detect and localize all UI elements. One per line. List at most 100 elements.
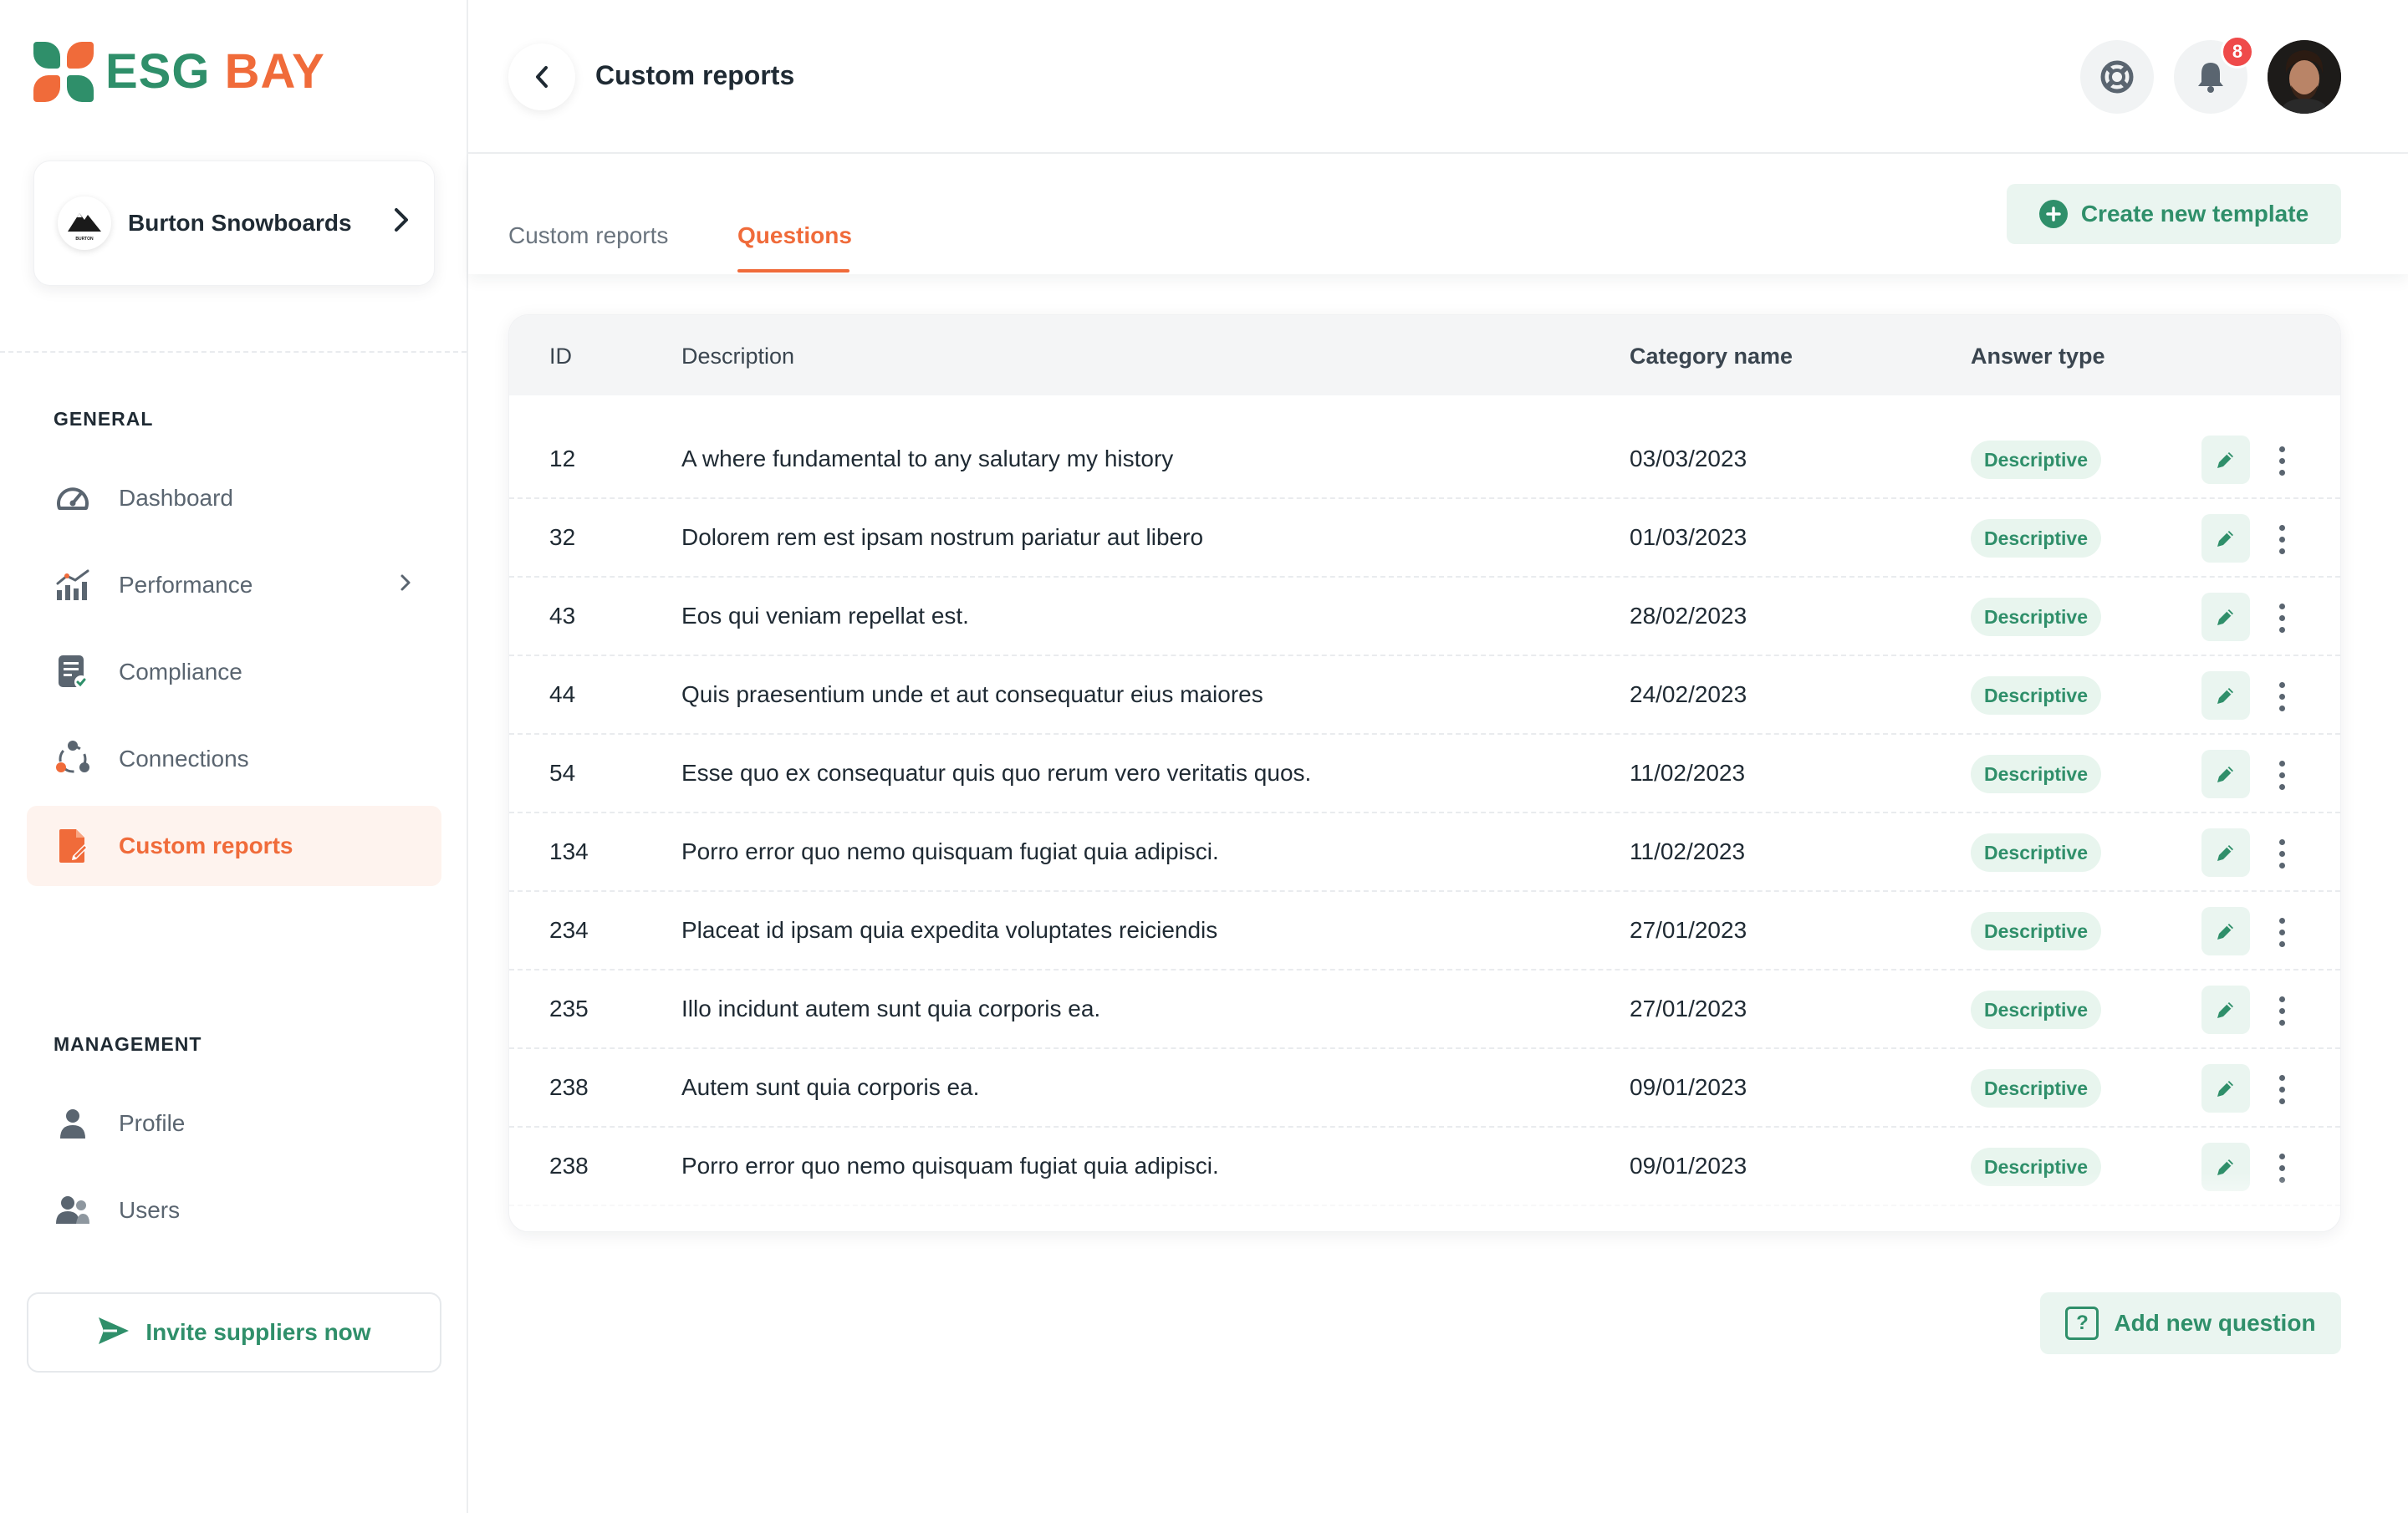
table-row[interactable]: 54 Esse quo ex consequatur quis quo rerum… xyxy=(509,735,2340,813)
row-category: 09/01/2023 xyxy=(1630,1153,1747,1179)
company-switcher[interactable]: BURTON Burton Snowboards xyxy=(33,160,435,286)
more-options-icon[interactable] xyxy=(2270,594,2293,641)
table-row[interactable]: 235 Illo incidunt autem sunt quia corpori… xyxy=(509,970,2340,1049)
row-id: 235 xyxy=(549,996,589,1021)
more-options-icon[interactable] xyxy=(2270,516,2293,563)
company-name: Burton Snowboards xyxy=(128,210,352,236)
connections-icon xyxy=(54,740,92,778)
pencil-icon xyxy=(2217,1002,2233,1018)
answer-type-badge: Descriptive xyxy=(1971,833,2102,872)
section-title-management: MANAGEMENT xyxy=(54,1033,202,1055)
edit-button[interactable] xyxy=(2201,436,2250,484)
edit-button[interactable] xyxy=(2201,1064,2250,1113)
row-category: 01/03/2023 xyxy=(1630,524,1747,550)
page-title: Custom reports xyxy=(595,60,795,90)
pencil-icon xyxy=(2217,531,2233,547)
column-header-answer-type[interactable]: Answer type xyxy=(1971,344,2105,369)
more-options-icon[interactable] xyxy=(2270,830,2293,877)
row-id: 238 xyxy=(549,1074,589,1100)
row-id: 134 xyxy=(549,838,589,864)
table-row[interactable]: 335 Placeat id ipsam quia expedita volupt… xyxy=(509,1206,2340,1232)
table-row[interactable]: 238 Autem sunt quia corporis ea. 09/01/202… xyxy=(509,1049,2340,1128)
sidebar: ESG BAY BURTON Burton Snowboards GENERAL… xyxy=(0,0,468,1513)
table-row[interactable]: 12 A where fundamental to any salutary my… xyxy=(509,420,2340,499)
table-row[interactable]: 234 Placeat id ipsam quia expedita volupt… xyxy=(509,892,2340,970)
more-options-icon[interactable] xyxy=(2270,1066,2293,1113)
row-id: 54 xyxy=(549,760,576,786)
row-description: Porro error quo nemo quisquam fugiat qui… xyxy=(681,1153,1219,1179)
edit-button[interactable] xyxy=(2201,1221,2250,1231)
pencil-icon xyxy=(2217,609,2233,625)
column-header-category[interactable]: Category name xyxy=(1630,344,1793,369)
column-header-id[interactable]: ID xyxy=(549,344,572,369)
more-options-icon[interactable] xyxy=(2270,673,2293,720)
help-button[interactable] xyxy=(2080,40,2154,114)
row-category: 27/01/2023 xyxy=(1630,917,1747,943)
row-category: 28/02/2023 xyxy=(1630,603,1747,629)
back-button[interactable] xyxy=(508,43,575,110)
table-row[interactable]: 43 Eos qui veniam repellat est. 28/02/2023… xyxy=(509,578,2340,656)
sidebar-item-label: Users xyxy=(119,1197,181,1223)
pencil-icon xyxy=(2217,452,2233,468)
row-description: Eos qui veniam repellat est. xyxy=(681,603,969,629)
tabs-bar: Custom reports Questions Create new temp… xyxy=(468,155,2408,274)
edit-button[interactable] xyxy=(2201,750,2250,798)
more-options-icon[interactable] xyxy=(2270,1144,2293,1191)
avatar-photo-icon xyxy=(2268,40,2341,114)
row-id: 335 xyxy=(549,1231,589,1232)
section-title-general: GENERAL xyxy=(54,408,154,430)
table-row[interactable]: 238 Porro error quo nemo quisquam fugiat … xyxy=(509,1128,2340,1206)
answer-type-badge: Descriptive xyxy=(1971,755,2102,793)
notification-count-badge: 8 xyxy=(2221,35,2254,69)
answer-type-badge: Descriptive xyxy=(1971,1069,2102,1108)
brand-logo-mark-icon xyxy=(33,42,94,102)
sidebar-item-profile[interactable]: Profile xyxy=(27,1083,441,1164)
table-row[interactable]: 44 Quis praesentium unde et aut consequat… xyxy=(509,656,2340,735)
sidebar-item-compliance[interactable]: Compliance xyxy=(27,632,441,712)
tab-custom-reports[interactable]: Custom reports xyxy=(508,222,668,249)
more-options-icon[interactable] xyxy=(2270,751,2293,798)
document-check-icon xyxy=(54,653,92,691)
pencil-icon xyxy=(2217,1159,2233,1175)
row-description: Porro error quo nemo quisquam fugiat qui… xyxy=(681,838,1219,864)
send-icon xyxy=(97,1316,130,1350)
top-header: Custom reports 8 xyxy=(468,0,2408,154)
edit-button[interactable] xyxy=(2201,671,2250,720)
bar-chart-icon xyxy=(54,566,92,604)
edit-button[interactable] xyxy=(2201,593,2250,641)
sidebar-item-connections[interactable]: Connections xyxy=(27,719,441,799)
edit-button[interactable] xyxy=(2201,828,2250,877)
more-options-icon[interactable] xyxy=(2270,437,2293,484)
pencil-icon xyxy=(2217,845,2233,861)
questions-table: ID Description Category name Answer type… xyxy=(508,314,2341,1232)
sidebar-item-custom-reports[interactable]: Custom reports xyxy=(27,806,441,886)
row-description: Quis praesentium unde et aut consequatur… xyxy=(681,681,1263,707)
table-row[interactable]: 134 Porro error quo nemo quisquam fugiat … xyxy=(509,813,2340,892)
invite-suppliers-button[interactable]: Invite suppliers now xyxy=(27,1292,441,1373)
add-question-button[interactable]: ? Add new question xyxy=(2040,1292,2341,1354)
row-category: 09/01/2023 xyxy=(1630,1074,1747,1100)
row-category: 24/02/2023 xyxy=(1630,681,1747,707)
sidebar-item-dashboard[interactable]: Dashboard xyxy=(27,458,441,538)
sidebar-item-users[interactable]: Users xyxy=(27,1170,441,1251)
create-template-button[interactable]: Create new template xyxy=(2007,184,2341,244)
table-row[interactable]: 32 Dolorem rem est ipsam nostrum pariatur… xyxy=(509,499,2340,578)
row-id: 234 xyxy=(549,917,589,943)
add-question-label: Add new question xyxy=(2114,1310,2316,1336)
pencil-icon xyxy=(2217,767,2233,782)
user-avatar[interactable] xyxy=(2268,40,2341,114)
edit-button[interactable] xyxy=(2201,1143,2250,1191)
tab-questions[interactable]: Questions xyxy=(737,222,852,249)
brand-logo[interactable]: ESG BAY xyxy=(33,42,325,102)
answer-type-badge: Descriptive xyxy=(1971,991,2102,1029)
more-options-icon[interactable] xyxy=(2270,1223,2293,1231)
more-options-icon[interactable] xyxy=(2270,987,2293,1034)
more-options-icon[interactable] xyxy=(2270,909,2293,955)
sidebar-item-performance[interactable]: Performance xyxy=(27,545,441,625)
edit-button[interactable] xyxy=(2201,514,2250,563)
chevron-right-icon xyxy=(400,571,411,599)
column-header-description[interactable]: Description xyxy=(681,344,794,369)
notifications-button[interactable]: 8 xyxy=(2174,35,2254,114)
edit-button[interactable] xyxy=(2201,986,2250,1034)
edit-button[interactable] xyxy=(2201,907,2250,955)
